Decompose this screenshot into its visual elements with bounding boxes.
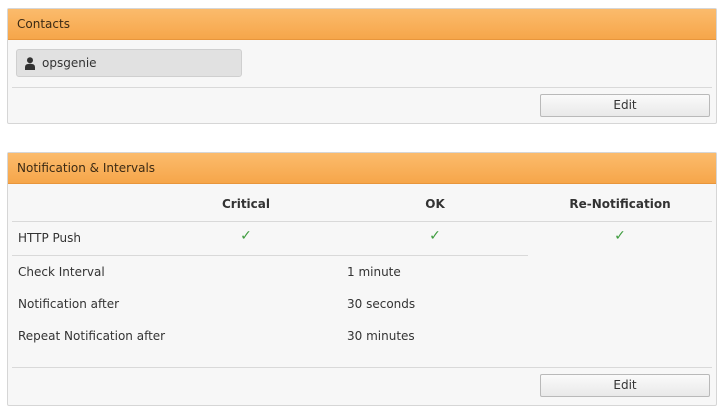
check-icon: ✓ <box>240 228 252 244</box>
contact-chip[interactable]: opsgenie <box>16 49 242 77</box>
notification-after-value: 30 seconds <box>347 297 416 311</box>
check-icon: ✓ <box>614 228 626 244</box>
column-header-renotification: Re-Notification <box>569 197 671 211</box>
check-interval-value: 1 minute <box>347 265 401 279</box>
contacts-edit-button[interactable]: Edit <box>540 94 710 117</box>
column-header-critical: Critical <box>221 197 270 211</box>
contacts-panel: Contacts opsgenie Edit <box>7 8 717 124</box>
notification-panel-header: Notification & Intervals <box>8 153 716 184</box>
notification-panel: Notification & Intervals Critical OK Re-… <box>7 152 717 406</box>
row-divider <box>12 255 528 256</box>
column-header-ok: OK <box>425 197 445 211</box>
notification-after-label: Notification after <box>18 297 120 311</box>
repeat-notification-label: Repeat Notification after <box>18 329 166 343</box>
contact-name: opsgenie <box>42 56 97 70</box>
divider <box>12 367 712 368</box>
header-divider <box>12 221 712 222</box>
http-push-label: HTTP Push <box>18 231 82 245</box>
repeat-notification-value: 30 minutes <box>347 329 415 343</box>
person-icon <box>25 57 35 70</box>
check-icon: ✓ <box>429 228 441 244</box>
divider <box>12 87 712 88</box>
notification-edit-button[interactable]: Edit <box>540 374 710 397</box>
contacts-panel-header: Contacts <box>8 9 716 40</box>
check-interval-label: Check Interval <box>18 265 105 279</box>
